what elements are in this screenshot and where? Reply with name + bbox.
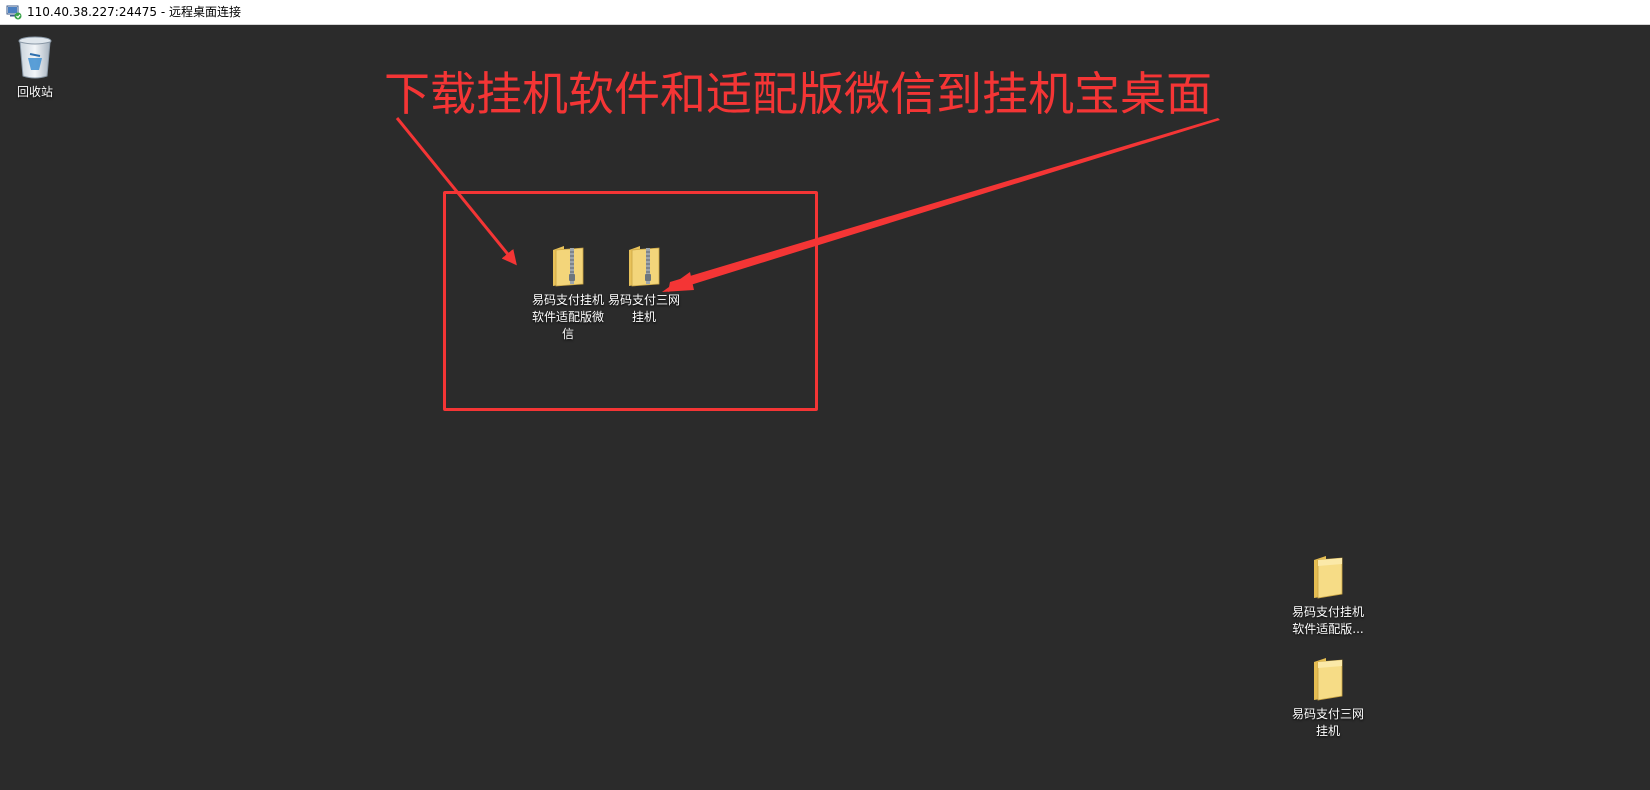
desktop-icon-zip-wechat[interactable]: 易码支付挂机软件适配版微信	[528, 244, 608, 343]
desktop-icon-zip-sanwang[interactable]: 易码支付三网挂机	[604, 244, 684, 326]
title-bar[interactable]: 110.40.38.227:24475 - 远程桌面连接	[0, 0, 1650, 25]
remote-desktop-icon	[6, 5, 22, 20]
folder-icon	[1314, 658, 1343, 701]
recycle-bin-icon	[18, 36, 52, 79]
desktop-icon-folder-wechat[interactable]: 易码支付挂机软件适配版...	[1288, 554, 1368, 638]
remote-desktop-window: 110.40.38.227:24475 - 远程桌面连接 回收站 下载挂机软件和…	[0, 0, 1650, 790]
zip-folder-icon	[553, 246, 584, 287]
recycle-bin-label: 回收站	[16, 85, 53, 99]
folder-icon	[1314, 556, 1343, 599]
zip-folder-icon	[629, 246, 660, 287]
folder-label-wechat: 易码支付挂机软件适配版...	[1291, 605, 1364, 636]
file-label-zip-wechat: 易码支付挂机软件适配版微信	[531, 293, 604, 341]
annotation-title: 下载挂机软件和适配版微信到挂机宝桌面	[384, 67, 1212, 121]
desktop-icon-folder-sanwang[interactable]: 易码支付三网挂机	[1288, 656, 1368, 740]
desktop[interactable]: 回收站 下载挂机软件和适配版微信到挂机宝桌面 易码支付挂机软件适配版微信 易码支…	[0, 26, 1650, 790]
desktop-icon-recycle-bin[interactable]: 回收站	[0, 34, 75, 101]
window-title: 110.40.38.227:24475 - 远程桌面连接	[27, 5, 241, 19]
folder-label-sanwang: 易码支付三网挂机	[1291, 707, 1364, 738]
file-label-zip-sanwang: 易码支付三网挂机	[607, 293, 680, 324]
